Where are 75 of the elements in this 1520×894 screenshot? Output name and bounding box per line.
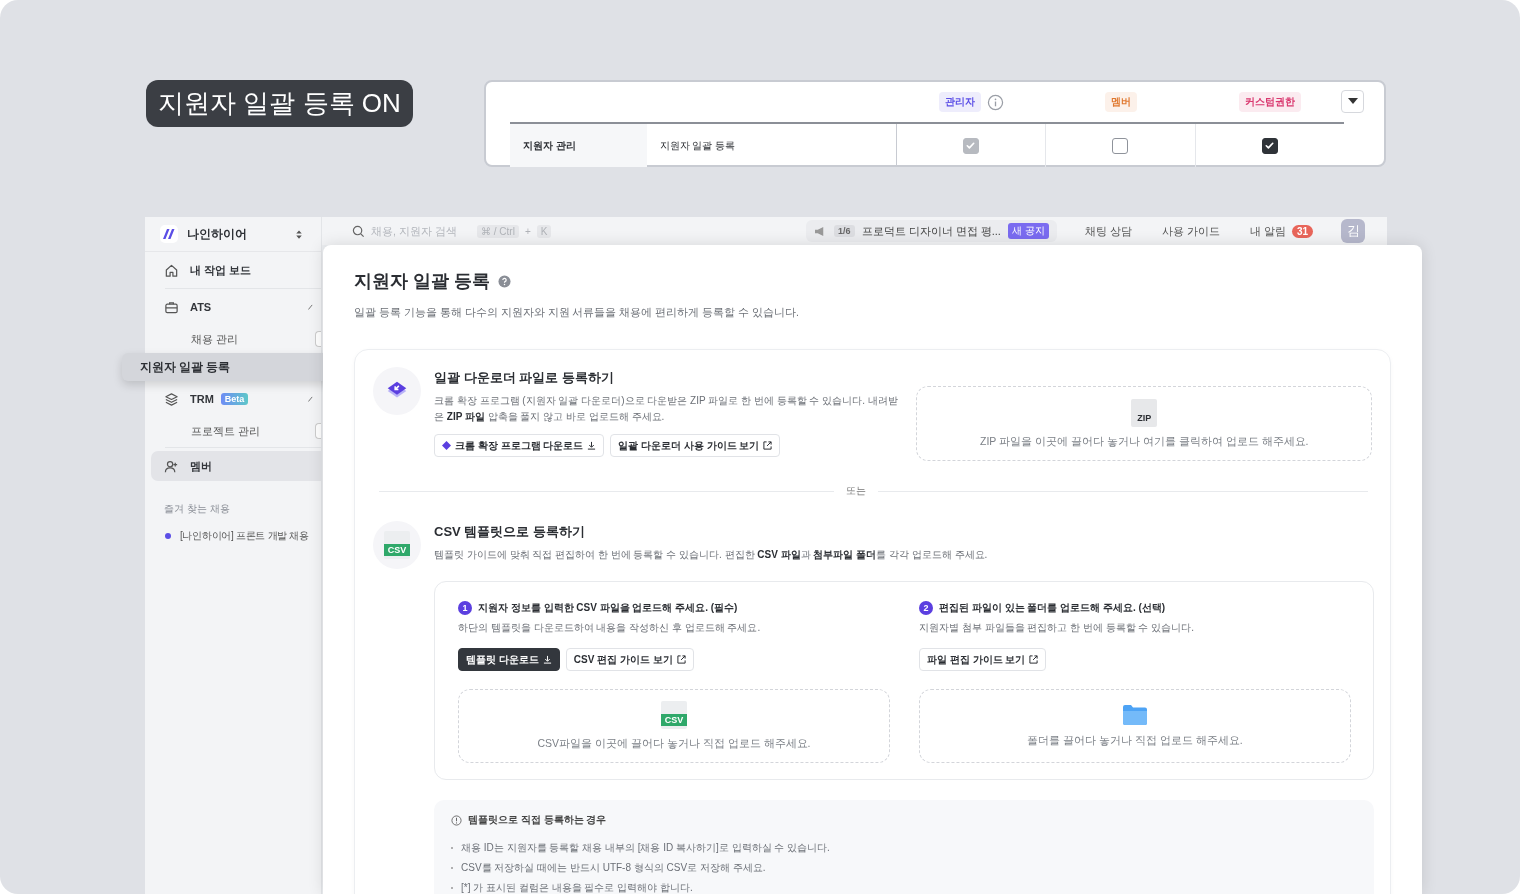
feature-cell: 지원자 일괄 등록 (646, 124, 897, 167)
modal-description: 일괄 등록 기능을 통해 다수의 지원자와 지원 서류들을 채용에 편리하게 등록할 수 있습니다. (354, 306, 800, 320)
checkbox[interactable] (1261, 137, 1278, 154)
sidebar-item[interactable]: 내 작업 보드 (151, 255, 321, 285)
beta-badge: Beta (220, 393, 249, 405)
sidebar-subitem[interactable]: 프로젝트 관리 (145, 417, 321, 445)
section-title: 일괄 다운로더 파일로 등록하기 (434, 369, 615, 387)
alerts-link[interactable]: 내 알림 (1249, 223, 1286, 239)
upload-dropzone[interactable]: 폴더를 끌어다 놓거나 직접 업로드 해주세요. (919, 689, 1351, 763)
download-button[interactable]: 템플릿 다운로드 (458, 648, 560, 671)
role-tag: 관리자 (939, 92, 982, 112)
section-title: CSV 템플릿으로 등록하기 (434, 523, 586, 541)
guide-button[interactable]: 일괄 다운로더 사용 가이드 보기 (610, 434, 781, 457)
header-link[interactable]: 사용 가이드 (1161, 223, 1220, 239)
diamond-icon (442, 441, 451, 450)
favorite-item[interactable]: [나인하이어] 프론트 개발 채용 (180, 529, 309, 543)
category-cell: 지원자 관리 (510, 124, 647, 167)
dropdown-button[interactable] (1341, 90, 1364, 113)
caret-icon (1347, 98, 1358, 105)
step-description: 하단의 템플릿을 다운로드하여 내용을 작성하신 후 업로드해 주세요. (458, 621, 762, 635)
note-text: [*] 가 표시된 컬럼은 내용을 필수로 입력해야 합니다. (461, 881, 693, 894)
download-button[interactable]: 크롬 확장 프로그램 다운로드 (434, 434, 605, 457)
step-number: 2 (919, 601, 933, 615)
role-tag: 커스텀권한 (1238, 92, 1301, 112)
role-tag: 멤버 (1104, 92, 1137, 112)
add-person-icon (164, 458, 179, 474)
check-icon (1264, 140, 1276, 151)
step-description: 지원자별 첨부 파일들을 편집하고 한 번에 등록할 수 있습니다. (919, 621, 1195, 635)
csv-file-icon: CSV (661, 701, 687, 729)
notice-tag: 새 공지 (1007, 223, 1049, 239)
briefcase-icon (164, 299, 179, 315)
step-title: 지원자 정보를 입력한 CSV 파일을 업로드해 주세요. (필수) (478, 601, 738, 615)
step-number: 1 (458, 601, 472, 615)
search-icon (352, 224, 365, 238)
note-text: 채용 ID는 지원자를 등록할 채용 내부의 [채용 ID 복사하기]로 입력하실 수 있습니다. (461, 841, 830, 855)
csv-file-icon: CSV (373, 521, 421, 569)
layers-icon (164, 391, 179, 407)
sidebar-item[interactable]: ATS (151, 292, 321, 322)
help-icon[interactable] (498, 274, 511, 288)
shortcut-plus: + (524, 225, 531, 237)
header-link[interactable]: 채팅 상담 (1084, 223, 1132, 239)
section-title: 즐겨 찾는 채용 (163, 502, 231, 516)
upload-dropzone[interactable]: CSV CSV파일을 이곳에 끌어다 놓거나 직접 업로드 해주세요. (458, 689, 890, 763)
modal-title: 지원자 일괄 등록 (354, 270, 490, 293)
upload-dropzone[interactable]: ZIP ZIP 파일을 이곳에 끌어다 놓거나 여기를 클릭하여 업로드 해주세요. (916, 386, 1372, 461)
download-icon (587, 441, 597, 450)
home-icon (164, 262, 179, 278)
notice-text: 프로덕트 디자이너 면접 평... (861, 223, 1001, 239)
check-icon (965, 140, 977, 151)
section-description: 템플릿 가이드에 맞춰 직접 편집하여 한 번에 등록할 수 있습니다. 편집한 CSV 파일과 첨부파일 폴더를 각각 업로드해 주세요. (434, 548, 989, 562)
external-link-icon (676, 655, 686, 664)
section-description: 크롬 확장 프로그램 (지원자 일괄 다운로더)으로 다운받은 ZIP 파일로 한 번에 등록할 수 있습니다. 내려받은 ZIP 파일 압축을 풀지 않고 바로 업로드해 주세요. (434, 394, 899, 424)
workspace-name[interactable]: 나인하이어 (187, 226, 286, 242)
separator-text: 또는 (846, 484, 866, 498)
external-link-icon (1029, 655, 1039, 664)
sidebar-subitem[interactable]: 채용 관리 (145, 325, 321, 353)
guide-button[interactable]: CSV 편집 가이드 보기 (565, 648, 694, 671)
notice-counter: 1/6 (834, 225, 855, 237)
sidebar-item[interactable]: TRM Beta (151, 384, 321, 414)
notes-title: 템플릿으로 직접 등록하는 경우 (468, 813, 607, 827)
note-text: CSV를 저장하실 때에는 반드시 UTF-8 형식의 CSV로 저장해 주세요. (461, 861, 766, 875)
notice-banner[interactable]: 1/6 프로덕트 디자이너 면접 평... 새 공지 (806, 220, 1057, 242)
external-link-icon (763, 441, 773, 450)
logo-icon (160, 225, 178, 243)
guide-button[interactable]: 파일 편집 가이드 보기 (919, 648, 1047, 671)
alert-count: 31 (1291, 224, 1313, 238)
sidebar-item[interactable]: 멤버 (151, 451, 321, 481)
folder-icon (1122, 704, 1148, 726)
step-title: 편집된 파일이 있는 폴더를 업로드해 주세요. (선택) (939, 601, 1166, 615)
feature-badge: 지원자 일괄 등록 ON (146, 80, 413, 127)
download-icon (542, 655, 552, 664)
checkbox[interactable] (1112, 137, 1129, 154)
info-icon (451, 814, 462, 826)
sort-caret-icon[interactable] (295, 228, 303, 240)
zip-file-icon: ZIP (1131, 398, 1158, 427)
